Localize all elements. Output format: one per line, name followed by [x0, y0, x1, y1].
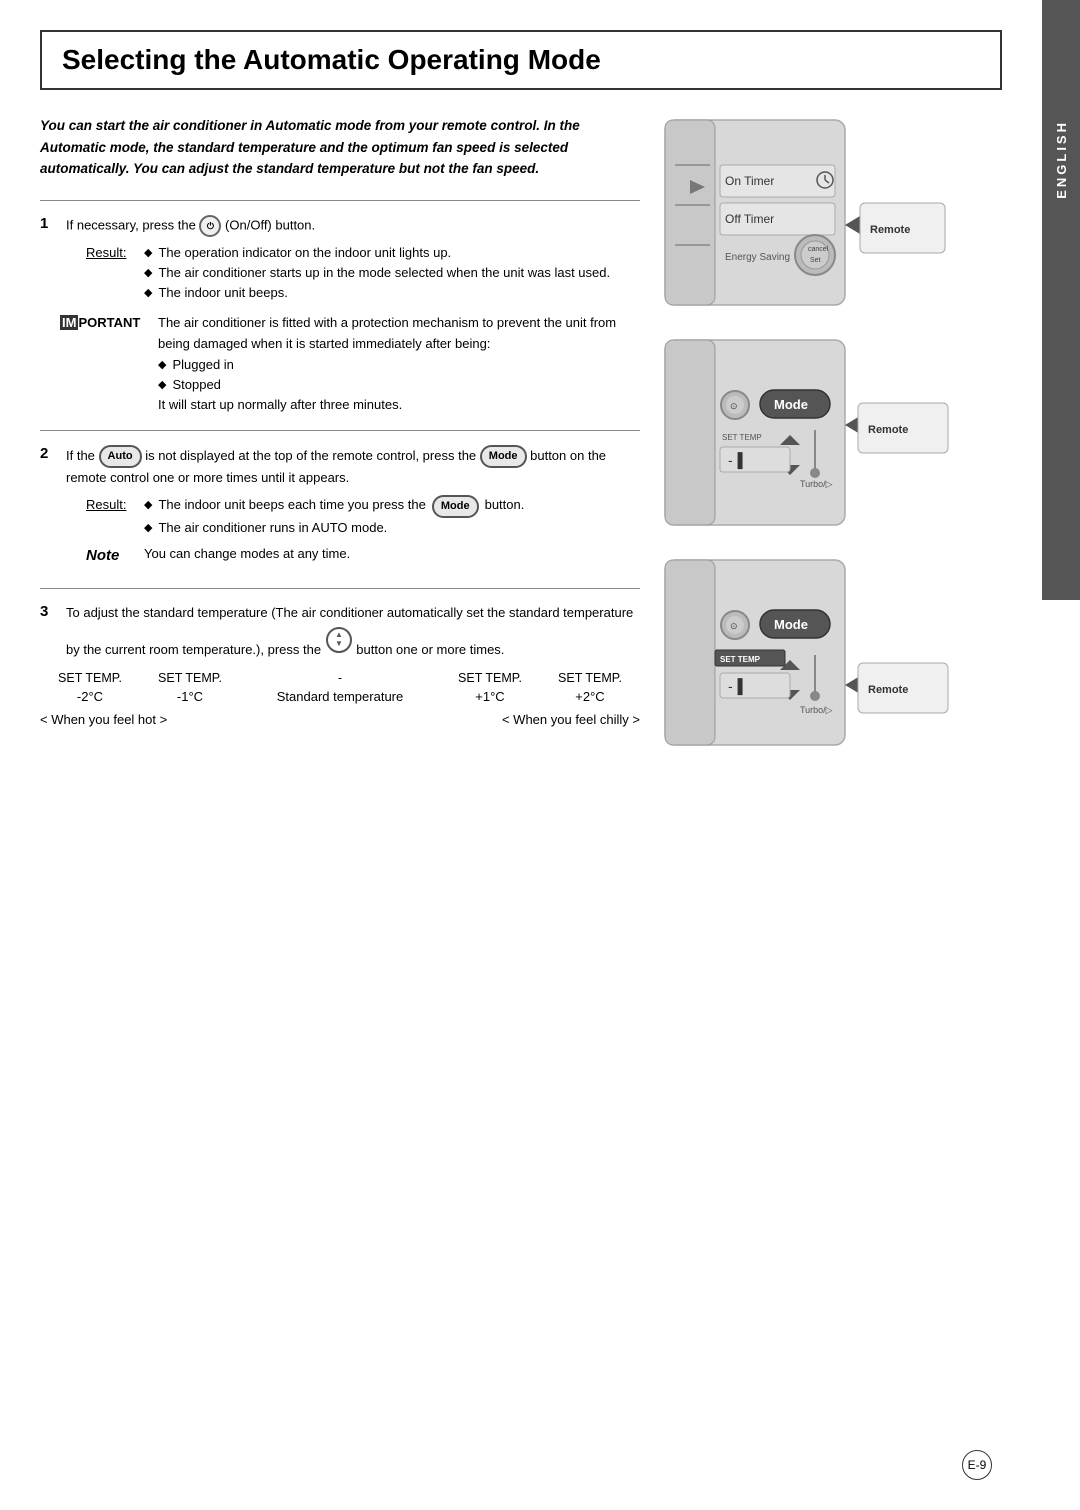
page-title: Selecting the Automatic Operating Mode — [62, 44, 980, 76]
svg-text:cancel: cancel — [808, 246, 829, 253]
step-1-number: 1 — [40, 215, 56, 232]
sidebar-english: ENGLISH — [1042, 0, 1080, 600]
important-block: IMPORTANT The air conditioner is fitted … — [60, 313, 640, 416]
svg-text:⊙: ⊙ — [730, 621, 738, 631]
important-content: The air conditioner is fitted with a pro… — [158, 313, 640, 416]
important-footer: It will start up normally after three mi… — [158, 395, 640, 416]
svg-text:-▐: -▐ — [728, 452, 743, 470]
remote-svg-3: ⊙ Mode SET TEMP — [660, 555, 960, 755]
note-text: You can change modes at any time. — [144, 544, 350, 565]
svg-text:-▐: -▐ — [728, 678, 743, 696]
intro-text: You can start the air conditioner in Aut… — [40, 115, 640, 180]
temp-labels-row: SET TEMP. SET TEMP. - SET TEMP. SET TEMP… — [40, 671, 640, 685]
important-text: The air conditioner is fitted with a pro… — [158, 315, 616, 351]
mode-btn-inline: Mode — [480, 445, 527, 469]
note-block: Note You can change modes at any time. — [86, 544, 640, 568]
right-column: On Timer Off Timer Energy Saving — [660, 115, 970, 760]
temp-label-3: SET TEMP. — [440, 671, 540, 685]
result-item-1-1: The operation indicator on the indoor un… — [144, 243, 610, 263]
feel-chilly: < When you feel chilly > — [340, 712, 640, 727]
svg-text:Remote: Remote — [868, 424, 908, 436]
step-2-section: 2 If the Auto is not displayed at the to… — [40, 430, 640, 575]
step-1-body: If necessary, press the ⏻ (On/Off) butto… — [66, 215, 640, 303]
svg-text:Mode: Mode — [774, 617, 808, 632]
temp-val-2: -1°C — [140, 689, 240, 704]
svg-text:Remote: Remote — [868, 684, 908, 696]
temp-val-3: +1°C — [440, 689, 540, 704]
step-2-result-row: Result: The indoor unit beeps each time … — [86, 495, 640, 538]
step-2-number: 2 — [40, 445, 56, 462]
remote-svg-2: ⊙ Mode SET TEMP — [660, 335, 960, 535]
result-items-1: The operation indicator on the indoor un… — [144, 243, 610, 303]
step-3-section: 3 To adjust the standard temperature (Th… — [40, 588, 640, 727]
page-number-container: E-9 — [962, 1450, 992, 1480]
remote-image-2: ⊙ Mode SET TEMP — [660, 335, 970, 540]
note-label: Note — [86, 544, 136, 568]
svg-text:Mode: Mode — [774, 397, 808, 412]
left-column: You can start the air conditioner in Aut… — [40, 115, 640, 760]
step-1-result-row: Result: The operation indicator on the i… — [86, 243, 640, 303]
svg-text:Remote: Remote — [870, 224, 910, 236]
svg-text:SET TEMP: SET TEMP — [720, 655, 761, 664]
svg-text:⊙: ⊙ — [730, 401, 738, 411]
svg-text:▼: ▼ — [335, 639, 343, 648]
result-item-1-2: The air conditioner starts up in the mod… — [144, 263, 610, 283]
feel-hot: < When you feel hot > — [40, 712, 340, 727]
result-label-2: Result: — [86, 495, 138, 516]
step-2-result: Result: The indoor unit beeps each time … — [66, 495, 640, 538]
content-wrapper: You can start the air conditioner in Aut… — [40, 115, 1002, 760]
step-3-header: 3 To adjust the standard temperature (Th… — [40, 603, 640, 661]
step-2-header: 2 If the Auto is not displayed at the to… — [40, 445, 640, 575]
step-1-result: Result: The operation indicator on the i… — [66, 243, 640, 303]
temp-values-row: -2°C -1°C Standard temperature +1°C +2°C — [40, 689, 640, 704]
temp-adjust-icon: ▲ ▼ — [325, 626, 353, 654]
result-item-2-1: The indoor unit beeps each time you pres… — [144, 495, 524, 518]
temp-label-dash: - — [240, 671, 440, 685]
step-1-header: 1 If necessary, press the ⏻ (On/Off) but… — [40, 215, 640, 303]
title-box: Selecting the Automatic Operating Mode — [40, 30, 1002, 90]
svg-text:Energy Saving: Energy Saving — [725, 252, 790, 263]
step-1-section: 1 If necessary, press the ⏻ (On/Off) but… — [40, 200, 640, 416]
svg-text:Turbo/▷: Turbo/▷ — [800, 705, 833, 715]
page-number: E-9 — [962, 1450, 992, 1480]
main-content: Selecting the Automatic Operating Mode Y… — [0, 0, 1042, 1510]
feel-row: < When you feel hot > < When you feel ch… — [40, 712, 640, 727]
svg-text:SET TEMP: SET TEMP — [722, 433, 762, 442]
result-item-2-2: The air conditioner runs in AUTO mode. — [144, 518, 524, 538]
important-bullet-2: Stopped — [158, 375, 640, 395]
result-items-2: The indoor unit beeps each time you pres… — [144, 495, 524, 538]
svg-text:Off Timer: Off Timer — [725, 212, 774, 226]
important-label: IMPORTANT — [60, 313, 150, 416]
temp-table: SET TEMP. SET TEMP. - SET TEMP. SET TEMP… — [40, 671, 640, 727]
remote-svg-1: On Timer Off Timer Energy Saving — [660, 115, 960, 315]
result-item-1-3: The indoor unit beeps. — [144, 283, 610, 303]
temp-label-2: SET TEMP. — [140, 671, 240, 685]
svg-text:▲: ▲ — [335, 630, 343, 639]
temp-val-std: Standard temperature — [240, 689, 440, 704]
svg-text:Turbo/▷: Turbo/▷ — [800, 479, 833, 489]
step-3-body: To adjust the standard temperature (The … — [66, 603, 640, 661]
auto-icon: Auto — [99, 445, 142, 469]
important-bullet-1: Plugged in — [158, 355, 640, 375]
mode-btn-inline-2: Mode — [432, 495, 479, 518]
im-part: IM — [60, 315, 78, 330]
result-label-1: Result: — [86, 243, 138, 264]
temp-label-4: SET TEMP. — [540, 671, 640, 685]
remote-image-1: On Timer Off Timer Energy Saving — [660, 115, 970, 320]
temp-label-1: SET TEMP. — [40, 671, 140, 685]
svg-text:Set: Set — [810, 257, 821, 264]
sidebar-english-label: ENGLISH — [1054, 120, 1069, 199]
on-off-icon: ⏻ — [199, 215, 221, 237]
step-2-body: If the Auto is not displayed at the top … — [66, 445, 640, 575]
step-3-number: 3 — [40, 603, 56, 620]
temp-val-4: +2°C — [540, 689, 640, 704]
svg-text:On Timer: On Timer — [725, 174, 774, 188]
remote-image-3: ⊙ Mode SET TEMP — [660, 555, 970, 760]
temp-val-1: -2°C — [40, 689, 140, 704]
